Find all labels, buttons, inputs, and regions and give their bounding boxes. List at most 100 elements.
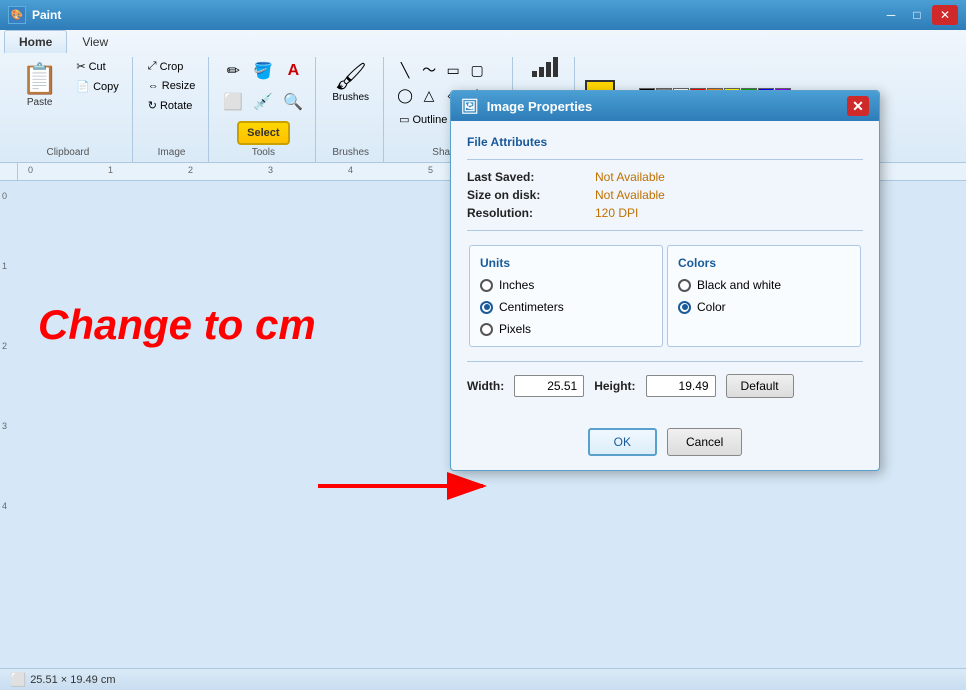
- paste-label: Paste: [27, 97, 53, 108]
- units-radio-group: Inches Centimeters Pixels: [480, 278, 652, 336]
- clipboard-items: 📋 Paste ✂ Cut 📄 Copy: [12, 57, 124, 145]
- clipboard-group-label: Clipboard: [46, 145, 89, 158]
- round-rect-icon: ▢: [470, 62, 483, 79]
- eyedropper-button[interactable]: 💉: [249, 88, 277, 116]
- ribbon-tabs: Home View: [0, 30, 966, 53]
- rotate-label: Rotate: [160, 100, 192, 112]
- colors-box: Colors Black and white Color: [667, 245, 861, 347]
- tools-items: ✏ 🪣 A ⬜ 💉: [219, 57, 307, 145]
- cut-copy-col: ✂ Cut 📄 Copy: [71, 57, 123, 96]
- ruler-mark-5: 5: [428, 165, 433, 175]
- radio-bw-label: Black and white: [697, 278, 781, 292]
- radio-centimeters-circle: [480, 301, 493, 314]
- units-title: Units: [480, 256, 652, 270]
- paste-button[interactable]: 📋 Paste: [12, 57, 67, 113]
- separator-1: [467, 159, 863, 160]
- select-button[interactable]: Select: [237, 121, 289, 145]
- copy-button[interactable]: 📄 Copy: [71, 77, 123, 96]
- radio-pixels-label: Pixels: [499, 322, 531, 336]
- radio-inches-label: Inches: [499, 278, 534, 292]
- group-clipboard: 📋 Paste ✂ Cut 📄 Copy Clipboard: [4, 57, 133, 162]
- eraser-button[interactable]: ⬜: [219, 88, 247, 116]
- line-button[interactable]: ╲: [394, 57, 416, 83]
- cancel-button[interactable]: Cancel: [667, 428, 742, 456]
- magnifier-button[interactable]: 🔍: [279, 88, 307, 116]
- ellipse-button[interactable]: ◯: [394, 84, 416, 107]
- resolution-value: 120 DPI: [595, 206, 863, 220]
- curve-button[interactable]: 〜: [418, 57, 440, 83]
- maximize-button[interactable]: □: [904, 5, 930, 25]
- status-dimensions: ⬜ 25.51 × 19.49 cm: [10, 672, 116, 688]
- eyedropper-icon: 💉: [253, 92, 273, 112]
- tab-view[interactable]: View: [67, 30, 123, 53]
- vruler-2: 2: [2, 341, 7, 351]
- ruler-corner: [0, 163, 18, 181]
- rotate-icon: ↻: [148, 99, 157, 112]
- size-bar-4: [553, 57, 558, 77]
- ok-button[interactable]: OK: [588, 428, 657, 456]
- size-bar-3: [546, 62, 551, 77]
- size-on-disk-label: Size on disk:: [467, 188, 587, 202]
- app-close-button[interactable]: ✕: [932, 5, 958, 25]
- radio-color-circle: [678, 301, 691, 314]
- paste-icon: 📋: [21, 62, 58, 97]
- size-on-disk-value: Not Available: [595, 188, 863, 202]
- tools-row2: ⬜ 💉 🔍: [219, 88, 307, 116]
- radio-centimeters[interactable]: Centimeters: [480, 300, 652, 314]
- magnifier-icon: 🔍: [283, 92, 303, 112]
- separator-2: [467, 230, 863, 231]
- crop-button[interactable]: ⤢ Crop: [143, 57, 201, 76]
- round-rect-button[interactable]: ▢: [466, 57, 488, 83]
- dialog-close-button[interactable]: ✕: [847, 96, 869, 116]
- ruler-mark-2: 2: [188, 165, 193, 175]
- last-saved-label: Last Saved:: [467, 170, 587, 184]
- radio-bw-circle: [678, 279, 691, 292]
- resize-icon: ⇔: [148, 80, 159, 92]
- dialog-title-icon: 🖼: [461, 98, 479, 115]
- resize-button[interactable]: ⇔ Resize: [143, 77, 201, 95]
- height-input[interactable]: [646, 375, 716, 397]
- vruler-1: 1: [2, 261, 7, 271]
- colors-radio-group: Black and white Color: [678, 278, 850, 314]
- text-button[interactable]: A: [279, 57, 307, 85]
- pencil-button[interactable]: ✏: [219, 57, 247, 85]
- triangle-button[interactable]: △: [418, 84, 440, 107]
- group-tools: ✏ 🪣 A ⬜ 💉: [211, 57, 316, 162]
- brushes-button[interactable]: 🖌 Brushes: [326, 57, 375, 107]
- image-properties-dialog: 🖼 Image Properties ✕ File Attributes Las…: [450, 90, 880, 471]
- curve-icon: 〜: [422, 60, 436, 80]
- cut-button[interactable]: ✂ Cut: [71, 57, 123, 76]
- rotate-button[interactable]: ↻ Rotate: [143, 96, 201, 115]
- tools-group-label: Tools: [252, 145, 275, 158]
- cut-label: Cut: [89, 61, 106, 73]
- radio-color[interactable]: Color: [678, 300, 850, 314]
- tools-col: ✏ 🪣 A ⬜ 💉: [219, 57, 307, 145]
- default-button[interactable]: Default: [726, 374, 794, 398]
- status-bar: ⬜ 25.51 × 19.49 cm: [0, 668, 966, 690]
- radio-inches[interactable]: Inches: [480, 278, 652, 292]
- pencil-icon: ✏: [227, 61, 240, 81]
- size-col: [532, 57, 558, 77]
- radio-pixels-circle: [480, 323, 493, 336]
- width-input[interactable]: [514, 375, 584, 397]
- app-title: Paint: [32, 8, 878, 22]
- fill-button[interactable]: 🪣: [249, 57, 277, 85]
- app-icon: 🎨: [8, 6, 26, 24]
- dialog-body: File Attributes Last Saved: Not Availabl…: [451, 121, 879, 420]
- rect-button[interactable]: ▭: [442, 57, 464, 83]
- minimize-button[interactable]: ─: [878, 5, 904, 25]
- eraser-icon: ⬜: [223, 92, 243, 112]
- radio-inches-circle: [480, 279, 493, 292]
- image-group-label: Image: [158, 145, 186, 158]
- ellipse-icon: ◯: [397, 87, 413, 104]
- triangle-icon: △: [424, 87, 435, 104]
- vruler-4: 4: [2, 501, 7, 511]
- radio-pixels[interactable]: Pixels: [480, 322, 652, 336]
- copy-label: Copy: [93, 81, 119, 93]
- crop-icon: ⤢: [148, 60, 157, 73]
- dialog-footer: OK Cancel: [451, 420, 879, 470]
- radio-black-white[interactable]: Black and white: [678, 278, 850, 292]
- fill-icon: 🪣: [253, 61, 273, 81]
- tab-home[interactable]: Home: [4, 30, 67, 53]
- status-canvas-icon: ⬜: [10, 672, 26, 688]
